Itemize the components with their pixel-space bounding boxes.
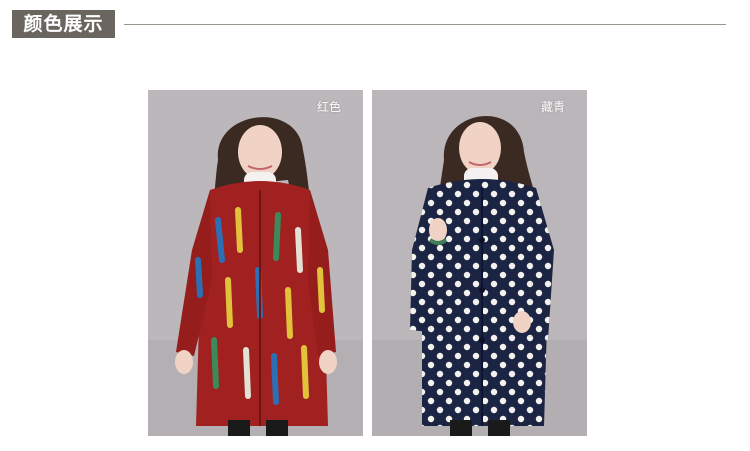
color-label-navy: 藏青 [540, 100, 565, 114]
section-divider [124, 24, 726, 25]
section-title-box: 颜色展示 [12, 10, 115, 38]
color-card-navy[interactable]: 藏青 [372, 90, 587, 436]
section-header: 颜色展示 [0, 0, 750, 50]
section-title: 颜色展示 [23, 13, 104, 35]
model-photo-red [148, 90, 363, 436]
model-photo-navy [372, 90, 587, 436]
color-label-red: 红色 [316, 100, 341, 114]
color-card-red[interactable]: 红色 [148, 90, 363, 436]
